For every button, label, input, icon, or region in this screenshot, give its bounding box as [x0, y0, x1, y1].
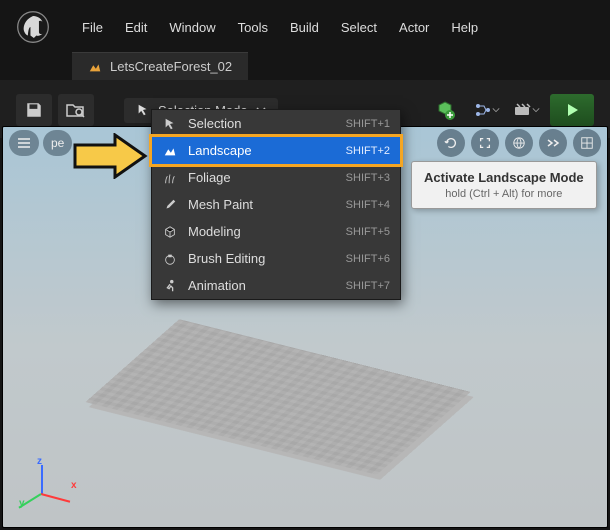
blueprints-button[interactable]: [470, 94, 504, 126]
mountain-icon: [162, 144, 178, 158]
menu-file[interactable]: File: [82, 20, 103, 35]
cinematics-button[interactable]: [510, 94, 544, 126]
mode-shortcut: SHIFT+4: [346, 199, 390, 211]
landscape-floor: [85, 319, 470, 475]
viewport-grid-button[interactable]: [573, 129, 601, 157]
menu-bar: File Edit Window Tools Build Select Acto…: [0, 0, 610, 50]
menu-help[interactable]: Help: [451, 20, 478, 35]
mode-shortcut: SHIFT+3: [346, 172, 390, 184]
mode-label: Landscape: [188, 143, 252, 158]
mode-shortcut: SHIFT+5: [346, 226, 390, 238]
grass-icon: [162, 171, 178, 185]
axis-x-label: x: [71, 480, 77, 491]
mode-label: Mesh Paint: [188, 197, 253, 212]
play-button[interactable]: [550, 94, 594, 126]
unreal-logo-icon: [16, 10, 50, 44]
tooltip: Activate Landscape Mode hold (Ctrl + Alt…: [411, 161, 597, 209]
viewport-perspective-button[interactable]: pe: [43, 130, 72, 156]
mode-shortcut: SHIFT+1: [346, 118, 390, 130]
mode-label: Brush Editing: [188, 251, 265, 266]
axis-z-label: z: [37, 456, 42, 467]
tab-row: LetsCreateForest_02: [0, 50, 610, 80]
add-content-button[interactable]: [426, 94, 464, 126]
menu-edit[interactable]: Edit: [125, 20, 147, 35]
mode-shortcut: SHIFT+2: [346, 145, 390, 157]
menu-tools[interactable]: Tools: [238, 20, 268, 35]
axis-y-label: y: [19, 498, 25, 509]
mode-label: Selection: [188, 116, 241, 131]
tab-title: LetsCreateForest_02: [110, 59, 232, 74]
menu-actor[interactable]: Actor: [399, 20, 429, 35]
brush-icon: [162, 198, 178, 212]
editor-mode-dropdown: Selection SHIFT+1 Landscape SHIFT+2 Foli…: [151, 109, 401, 300]
viewport-mode-label: pe: [51, 136, 64, 150]
viewport-more-button[interactable]: [539, 129, 567, 157]
mode-item-animation[interactable]: Animation SHIFT+7: [152, 272, 400, 299]
viewport-globe-button[interactable]: [505, 129, 533, 157]
cursor-icon: [162, 117, 178, 131]
mode-label: Modeling: [188, 224, 241, 239]
mode-shortcut: SHIFT+7: [346, 280, 390, 292]
mode-shortcut: SHIFT+6: [346, 253, 390, 265]
viewport-options-button[interactable]: [9, 130, 39, 156]
axis-gizmo: z x y: [21, 453, 81, 513]
tab-level[interactable]: LetsCreateForest_02: [72, 52, 248, 80]
viewport-maximize-button[interactable]: [471, 129, 499, 157]
circle-icon: [162, 252, 178, 266]
tooltip-title: Activate Landscape Mode: [424, 170, 584, 185]
mode-item-mesh-paint[interactable]: Mesh Paint SHIFT+4: [152, 191, 400, 218]
mode-label: Animation: [188, 278, 246, 293]
menu-select[interactable]: Select: [341, 20, 377, 35]
browse-content-button[interactable]: [58, 94, 94, 126]
running-icon: [162, 279, 178, 293]
cubes-icon: [162, 225, 178, 239]
mode-item-selection[interactable]: Selection SHIFT+1: [152, 110, 400, 137]
menu-build[interactable]: Build: [290, 20, 319, 35]
viewport-refresh-button[interactable]: [437, 129, 465, 157]
mode-item-brush-editing[interactable]: Brush Editing SHIFT+6: [152, 245, 400, 272]
cursor-icon: [136, 103, 150, 117]
mode-item-foliage[interactable]: Foliage SHIFT+3: [152, 164, 400, 191]
mode-item-modeling[interactable]: Modeling SHIFT+5: [152, 218, 400, 245]
menu-window[interactable]: Window: [169, 20, 215, 35]
mode-label: Foliage: [188, 170, 231, 185]
level-icon: [88, 60, 102, 74]
tooltip-sub: hold (Ctrl + Alt) for more: [424, 188, 584, 200]
save-button[interactable]: [16, 94, 52, 126]
mode-item-landscape[interactable]: Landscape SHIFT+2: [149, 134, 403, 167]
callout-arrow-icon: [70, 133, 150, 179]
